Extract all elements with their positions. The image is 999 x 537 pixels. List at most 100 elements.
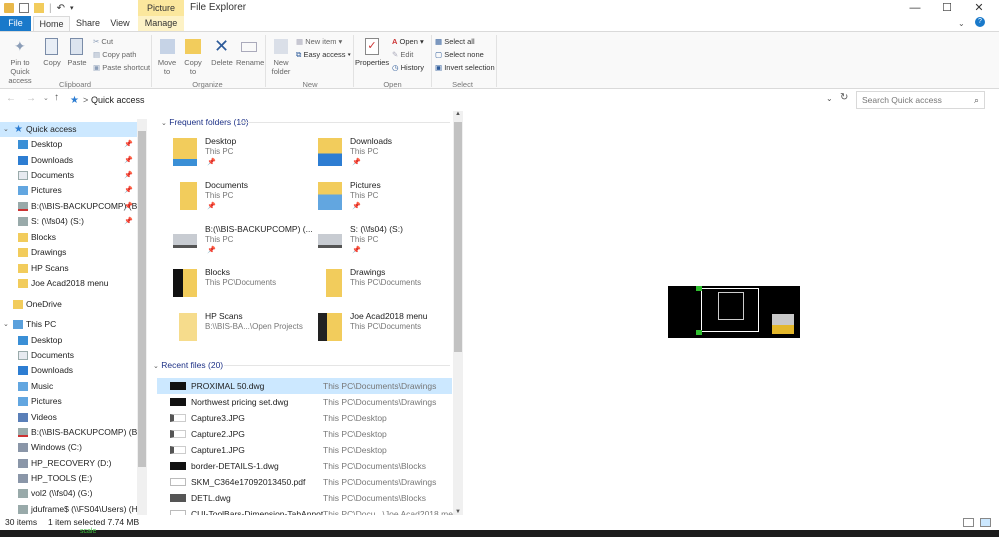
frequent-folder-joe-acad2018-menu[interactable]: Joe Acad2018 menu This PC\Documents	[318, 311, 458, 353]
cut-button[interactable]: ✂ Cut	[93, 37, 113, 46]
jpg-file-icon	[170, 430, 186, 438]
nav-pc-downloads[interactable]: Downloads	[0, 363, 137, 378]
new-item-button[interactable]: ▦ New item ▾	[296, 37, 342, 46]
edit-button[interactable]: ✎ Edit	[392, 50, 413, 59]
chevron-down-icon[interactable]: ⌄	[958, 19, 965, 28]
recent-file-row[interactable]: CUI-ToolBars-Dimension-TabAnnot... This …	[157, 506, 462, 515]
details-view-icon[interactable]	[963, 518, 974, 527]
nav-pictures-pinned[interactable]: Pictures 📌	[0, 183, 137, 198]
tab-view[interactable]: View	[105, 16, 135, 31]
nav-onedrive[interactable]: OneDrive	[0, 297, 137, 312]
copy-path-button[interactable]: ▤ Copy path	[93, 50, 136, 59]
back-arrow-icon[interactable]: ←	[6, 93, 16, 104]
invert-selection-button[interactable]: ▣ Invert selection	[435, 63, 495, 72]
frequent-folder-pictures[interactable]: Pictures This PC 📌	[318, 180, 458, 222]
nav-pc-music[interactable]: Music	[0, 379, 137, 394]
nav-quick-access[interactable]: ⌄ ★ Quick access	[0, 122, 137, 137]
tab-home[interactable]: Home	[33, 16, 70, 31]
move-to-button[interactable]: Move to	[154, 36, 180, 78]
up-arrow-icon[interactable]: ↑	[54, 92, 59, 103]
search-input[interactable]: Search Quick access ⌕	[856, 91, 985, 109]
rename-button[interactable]: Rename	[236, 36, 265, 78]
new-folder-button[interactable]: New folder	[268, 36, 294, 78]
nav-hp-scans[interactable]: HP Scans	[0, 261, 137, 276]
help-icon[interactable]: ?	[975, 17, 985, 27]
nav-this-pc[interactable]: ⌄ This PC	[0, 317, 137, 332]
scroll-up-icon[interactable]: ▲	[455, 111, 461, 117]
nav-pc-g-drive[interactable]: vol2 (\\fs04) (G:)	[0, 486, 137, 501]
tab-file[interactable]: File	[0, 16, 31, 31]
frequent-folders-header[interactable]: ⌄ Frequent folders (10)	[161, 117, 249, 127]
frequent-folder-downloads[interactable]: Downloads This PC 📌	[318, 136, 458, 178]
recent-locations-chevron-icon[interactable]: ⌄	[43, 94, 49, 102]
maximize-button[interactable]: ☐	[931, 0, 963, 16]
paste-button[interactable]: Paste	[65, 36, 89, 76]
nav-pc-c-drive[interactable]: Windows (C:)	[0, 440, 137, 455]
breadcrumb-quick-access[interactable]: Quick access	[91, 95, 145, 105]
new-folder-icon[interactable]	[34, 3, 44, 13]
easy-access-button[interactable]: ⧉ Easy access ▾	[296, 50, 351, 59]
paste-shortcut-button[interactable]: ▣ Paste shortcut	[93, 63, 150, 72]
nav-scrollbar-thumb[interactable]	[138, 131, 146, 467]
nav-pc-pictures[interactable]: Pictures	[0, 394, 137, 409]
recent-files-header[interactable]: ⌄ Recent files (20)	[153, 360, 223, 370]
frequent-folder-drawings[interactable]: Drawings This PC\Documents	[318, 267, 458, 309]
frequent-folder-blocks[interactable]: Blocks This PC\Documents	[173, 267, 313, 309]
tab-manage[interactable]: Manage	[138, 16, 184, 31]
recent-file-row[interactable]: DETL.dwg This PC\Documents\Blocks	[157, 490, 452, 506]
recent-file-row[interactable]: SKM_C364e17092013450.pdf This PC\Documen…	[157, 474, 452, 490]
nav-desktop-pinned[interactable]: Desktop 📌	[0, 137, 137, 152]
close-button[interactable]: ✕	[963, 0, 995, 16]
recent-file-row[interactable]: Capture2.JPG This PC\Desktop	[157, 426, 452, 442]
properties-button[interactable]: ✓ Properties	[355, 36, 389, 78]
nav-s-drive-pinned[interactable]: S: (\\fs04) (S:) 📌	[0, 214, 137, 229]
tab-share[interactable]: Share	[72, 16, 104, 31]
delete-button[interactable]: ✕ Delete	[209, 36, 235, 78]
nav-b-drive-pinned[interactable]: B:(\\BIS-BACKUPCOMP) (B:) 📌	[0, 199, 137, 214]
frequent-folder-b-drive[interactable]: B:(\\BIS-BACKUPCOMP) (... This PC 📌	[173, 224, 313, 266]
properties-icon[interactable]	[19, 3, 29, 13]
nav-joe-acad2018-menu[interactable]: Joe Acad2018 menu	[0, 276, 137, 291]
recent-file-row[interactable]: Capture3.JPG This PC\Desktop	[157, 410, 452, 426]
select-all-button[interactable]: ▦ Select all	[435, 37, 475, 46]
nav-pc-d-drive[interactable]: HP_RECOVERY (D:)	[0, 456, 137, 471]
address-dropdown-chevron-icon[interactable]: ⌄	[826, 94, 833, 103]
copy-button[interactable]: Copy	[40, 36, 64, 76]
nav-pc-videos[interactable]: Videos	[0, 410, 137, 425]
large-icons-view-icon[interactable]	[980, 518, 991, 527]
copy-to-button[interactable]: Copy to	[181, 36, 205, 78]
chevron-down-icon[interactable]: ▾	[70, 4, 74, 12]
rename-label: Rename	[236, 58, 265, 67]
history-button[interactable]: ◷ History	[392, 63, 424, 72]
frequent-folder-desktop[interactable]: Desktop This PC 📌	[173, 136, 313, 178]
network-drive-icon	[18, 489, 28, 498]
undo-icon[interactable]: ↶	[57, 3, 65, 14]
nav-pc-documents[interactable]: Documents	[0, 348, 137, 363]
forward-arrow-icon[interactable]: →	[26, 93, 36, 104]
nav-blocks[interactable]: Blocks	[0, 230, 137, 245]
folder-icon[interactable]	[4, 3, 14, 13]
select-none-button[interactable]: ▢ Select none	[435, 50, 484, 59]
folder-thumbnail-icon	[173, 269, 197, 297]
minimize-button[interactable]: —	[899, 0, 931, 16]
frequent-folder-s-drive[interactable]: S: (\\fs04) (S:) This PC 📌	[318, 224, 458, 266]
nav-documents-pinned[interactable]: Documents 📌	[0, 168, 137, 183]
pin-to-quick-access-button[interactable]: ✦ Pin to Quick access	[1, 36, 39, 85]
recent-file-row[interactable]: border-DETAILS-1.dwg This PC\Documents\B…	[157, 458, 452, 474]
frequent-folder-hp-scans[interactable]: HP Scans B:\\BIS-BA...\Open Projects	[173, 311, 313, 353]
content-scrollbar-thumb[interactable]	[454, 122, 462, 352]
recent-file-row[interactable]: PROXIMAL 50.dwg This PC\Documents\Drawin…	[157, 378, 452, 394]
folder-thumbnail-icon	[318, 313, 342, 341]
open-button[interactable]: A Open ▾	[392, 37, 424, 46]
nav-drawings[interactable]: Drawings	[0, 245, 137, 260]
nav-pc-e-drive[interactable]: HP_TOOLS (E:)	[0, 471, 137, 486]
refresh-icon[interactable]: ↻	[840, 92, 848, 103]
nav-pc-b-drive[interactable]: B:(\\BIS-BACKUPCOMP) (B:)	[0, 425, 137, 440]
frequent-folder-documents[interactable]: Documents This PC 📌	[173, 180, 313, 222]
recent-file-row[interactable]: Capture1.JPG This PC\Desktop	[157, 442, 452, 458]
address-bar[interactable]: ★ > Quick access	[66, 91, 839, 109]
nav-pc-desktop[interactable]: Desktop	[0, 333, 137, 348]
recent-file-row[interactable]: Northwest pricing set.dwg This PC\Docume…	[157, 394, 452, 410]
nav-downloads-pinned[interactable]: Downloads 📌	[0, 153, 137, 168]
dwg-file-icon	[170, 494, 186, 502]
